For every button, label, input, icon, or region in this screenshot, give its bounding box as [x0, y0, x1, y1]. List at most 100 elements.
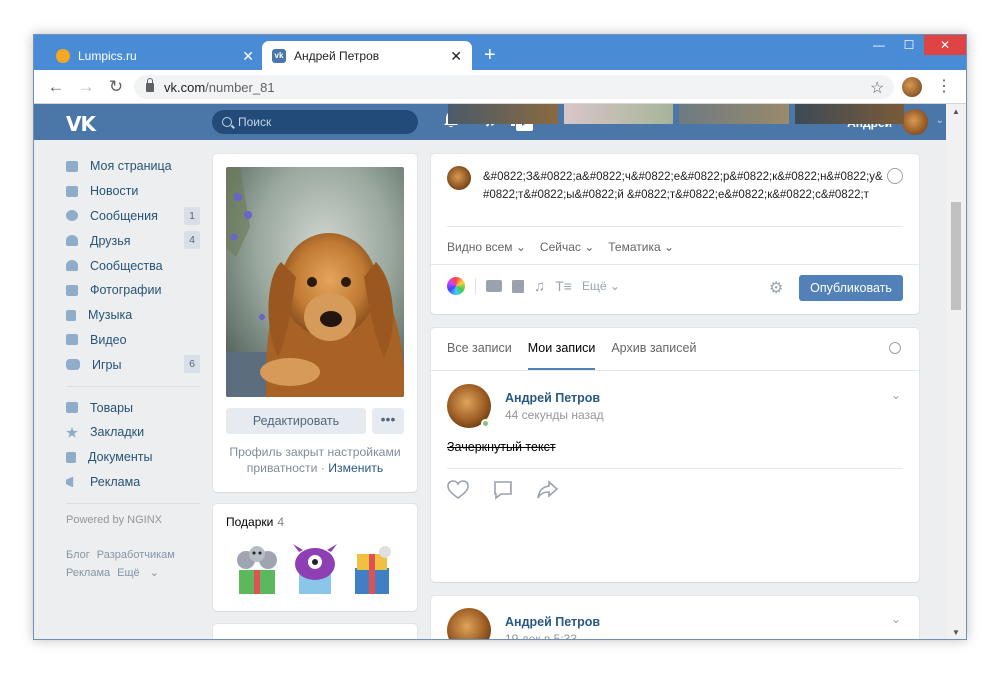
close-tab-icon[interactable]: ✕: [450, 49, 462, 63]
new-tab-button[interactable]: +: [484, 45, 496, 65]
browser-window: Lumpics.ru ✕ vk Андрей Петров ✕ + — ☐ ✕ …: [33, 34, 967, 640]
music-icon[interactable]: ♫: [534, 278, 545, 295]
close-tab-icon[interactable]: ✕: [242, 49, 254, 63]
comment-icon[interactable]: [493, 480, 513, 503]
post-timestamp[interactable]: 19 дек в 5:33: [505, 632, 577, 639]
topic-dropdown[interactable]: Тематика ⌄: [608, 240, 674, 254]
share-icon[interactable]: [537, 480, 559, 503]
sidebar-item-my-page[interactable]: Моя страница: [66, 154, 200, 179]
footer-links: Блог Разработчикам Реклама Ещё ⌄: [66, 546, 200, 582]
reload-icon[interactable]: ↻: [106, 77, 126, 97]
chevron-down-icon[interactable]: ⌄: [891, 388, 901, 402]
sidebar-item-label: Моя страница: [90, 159, 172, 174]
time-dropdown[interactable]: Сейчас ⌄: [540, 240, 594, 254]
sidebar-item-friends[interactable]: Друзья 4: [66, 228, 200, 253]
post-timestamp[interactable]: 44 секунды назад: [505, 408, 604, 422]
tab-my-posts[interactable]: Мои записи: [527, 328, 596, 370]
sidebar-item-messages[interactable]: Сообщения 1: [66, 204, 200, 229]
search-box[interactable]: [212, 110, 418, 134]
tool-separator: [475, 278, 476, 294]
post-author-avatar[interactable]: [447, 608, 491, 639]
edit-profile-button[interactable]: Редактировать: [226, 408, 366, 434]
sidebar-item-label: Сообщения: [90, 208, 158, 223]
url-path: /number_81: [205, 79, 275, 95]
sidebar-item-games[interactable]: Игры 6: [66, 352, 200, 377]
sidebar-item-docs[interactable]: Документы: [66, 445, 200, 470]
url-field[interactable]: vk.com/number_81: [134, 75, 894, 99]
photo-thumb[interactable]: [679, 104, 789, 124]
poster-color-icon[interactable]: [447, 277, 465, 295]
friends-count-badge: 4: [184, 231, 200, 250]
tab-all-posts[interactable]: Все записи: [447, 328, 512, 370]
minimize-icon[interactable]: —: [864, 35, 894, 55]
gift-cats-icon[interactable]: [231, 540, 283, 596]
emoji-icon[interactable]: [887, 168, 903, 184]
sidebar-item-photos[interactable]: Фотографии: [66, 278, 200, 303]
post-author-name[interactable]: Андрей Петров: [505, 391, 600, 405]
sidebar-item-ads[interactable]: Реклама: [66, 470, 200, 495]
footer-link-ads[interactable]: Реклама: [66, 567, 110, 579]
privacy-separator: ·: [317, 461, 329, 475]
footer-link-more[interactable]: Ещё ⌄: [117, 567, 159, 579]
search-input[interactable]: [238, 115, 398, 129]
scroll-down-icon[interactable]: ▼: [946, 625, 966, 639]
sidebar-item-music[interactable]: Музыка: [66, 303, 200, 328]
sidebar-item-label: Новости: [90, 184, 139, 199]
settings-gear-icon[interactable]: ⚙: [769, 278, 783, 298]
lumpics-favicon-icon: [56, 48, 70, 63]
sidebar-item-bookmarks[interactable]: Закладки: [66, 420, 200, 445]
browser-profile-avatar[interactable]: [902, 77, 922, 97]
close-window-icon[interactable]: ✕: [924, 35, 966, 55]
profile-photo[interactable]: [226, 167, 404, 397]
chevron-down-icon[interactable]: ⌄: [891, 612, 901, 626]
more-options-button[interactable]: •••: [372, 408, 404, 434]
post-author-name[interactable]: Андрей Петров: [505, 615, 600, 629]
sidebar-item-label: Реклама: [90, 474, 141, 489]
visibility-dropdown[interactable]: Видно всем ⌄: [447, 240, 526, 254]
photos-strip: [448, 104, 904, 124]
forward-icon[interactable]: →: [76, 77, 96, 97]
video-icon[interactable]: [512, 279, 524, 293]
tab-vk[interactable]: vk Андрей Петров ✕: [262, 41, 472, 70]
article-icon[interactable]: T≡: [555, 278, 572, 294]
wall-search-icon[interactable]: [889, 342, 901, 354]
sidebar-item-video[interactable]: Видео: [66, 328, 200, 353]
gifts-title[interactable]: Подарки 4: [226, 515, 284, 529]
games-icon: [66, 359, 80, 371]
footer-link-dev[interactable]: Разработчикам: [97, 549, 175, 561]
post-text: Зачеркнутый текст: [447, 440, 556, 454]
sidebar-item-news[interactable]: Новости: [66, 179, 200, 204]
footer-link-blog[interactable]: Блог: [66, 549, 90, 561]
tab-bar: Lumpics.ru ✕ vk Андрей Петров ✕ + — ☐ ✕: [34, 35, 966, 70]
scroll-up-icon[interactable]: ▲: [946, 104, 966, 120]
back-icon[interactable]: ←: [46, 77, 66, 97]
tab-archive[interactable]: Архив записей: [611, 328, 696, 370]
sidebar-item-groups[interactable]: Сообщества: [66, 253, 200, 278]
scroll-thumb[interactable]: [951, 202, 961, 310]
sidebar-item-market[interactable]: Товары: [66, 395, 200, 420]
publish-button[interactable]: Опубликовать: [799, 275, 903, 301]
gift-monster-icon[interactable]: [289, 540, 341, 596]
maximize-icon[interactable]: ☐: [894, 35, 924, 55]
browser-menu-icon[interactable]: ⋮: [936, 76, 952, 96]
header-avatar[interactable]: [902, 109, 928, 135]
photo-thumb[interactable]: [448, 104, 558, 124]
like-icon[interactable]: [447, 480, 469, 503]
vk-logo[interactable]: VK: [66, 112, 96, 136]
camera-icon[interactable]: [486, 280, 502, 292]
lock-icon: [146, 77, 154, 92]
tab-lumpics[interactable]: Lumpics.ru ✕: [46, 41, 264, 70]
bookmark-star-icon[interactable]: ☆: [870, 78, 884, 98]
photo-thumb[interactable]: [563, 104, 673, 124]
ads-icon: [66, 476, 74, 488]
left-nav: Моя страница Новости Сообщения 1 Друзья 4 …: [66, 154, 200, 582]
page-scrollbar[interactable]: ▲ ▼: [946, 104, 966, 639]
sidebar-item-label: Музыка: [88, 308, 133, 323]
privacy-change-link[interactable]: Изменить: [328, 461, 383, 475]
composer-text-input[interactable]: &#0822;З&#0822;а&#0822;ч&#0822;е&#0822;р…: [483, 168, 883, 204]
profile-block: [213, 624, 417, 639]
gift-box-icon[interactable]: [347, 540, 399, 596]
photo-thumb[interactable]: [794, 104, 904, 124]
chevron-down-icon[interactable]: ⌄: [936, 115, 944, 126]
more-attachments-button[interactable]: Ещё ⌄: [582, 279, 620, 293]
